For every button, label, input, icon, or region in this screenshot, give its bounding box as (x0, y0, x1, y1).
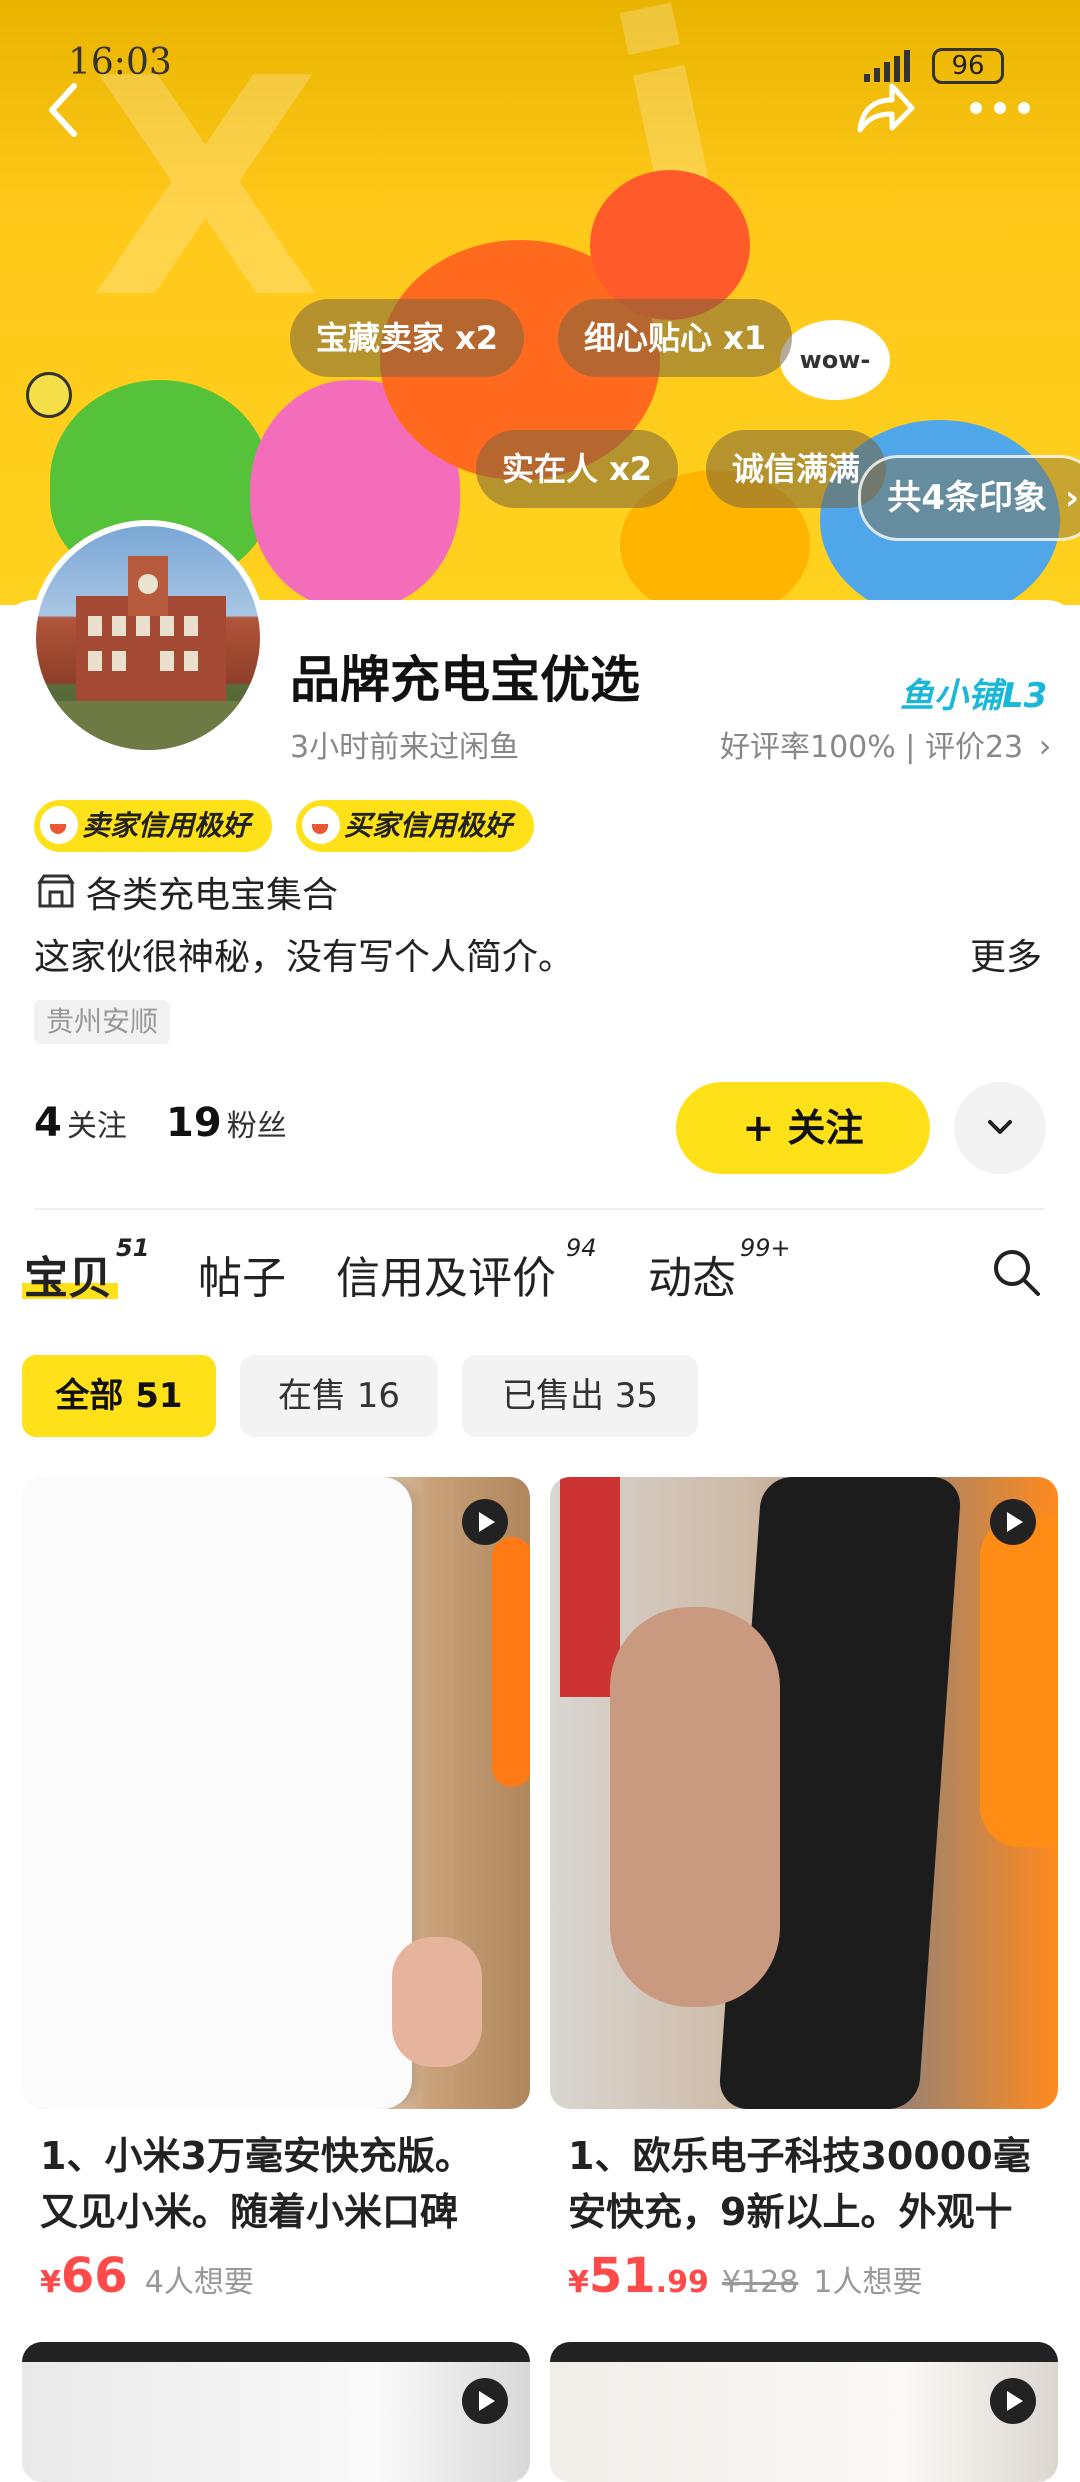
all-impressions-label: 共4条印象 (887, 478, 1047, 518)
shop-category: 各类充电宝集合 (86, 875, 339, 916)
smiley-icon (302, 806, 340, 844)
product-price-row: ¥51.99 ¥128 1人想要 (568, 2248, 922, 2304)
following-count: 4 (34, 1100, 62, 1146)
chevron-right-icon: › (1038, 727, 1052, 765)
tab-activity-label: 动态 (648, 1253, 736, 1304)
price-integer: 66 (60, 2248, 128, 2304)
product-title-line2: 又见小米。随着小米口碑 (40, 2190, 459, 2234)
tab-activity[interactable]: 动态 99+ (648, 1234, 791, 1306)
want-count: 1人想要 (813, 2265, 923, 2300)
impression-tag[interactable]: 宝藏卖家 x2 (290, 299, 525, 377)
seller-credit-label: 卖家信用极好 (82, 809, 251, 842)
original-price: ¥128 (721, 2265, 799, 2300)
impression-tag[interactable]: 实在人 x2 (476, 430, 679, 508)
product-image[interactable] (550, 1477, 1058, 2109)
finger-photo (392, 1937, 482, 2067)
price-symbol: ¥ (568, 2265, 589, 2300)
chevron-down-icon (988, 1120, 1012, 1134)
video-play-icon (990, 1499, 1036, 1545)
video-play-icon (462, 1499, 508, 1545)
product-title-line1: 1、欧乐电子科技30000毫 (568, 2134, 1031, 2178)
red-box-photo (560, 1477, 620, 1697)
tab-credit-reviews-count: 94 (566, 1234, 597, 1262)
expand-button[interactable] (954, 1082, 1046, 1174)
chevron-right-icon: › (1064, 478, 1079, 518)
orange-ears-illustration (590, 170, 750, 320)
tab-items[interactable]: 宝贝 51 (24, 1234, 149, 1306)
power-bank-photo (22, 1477, 412, 2109)
seller-credit-badge: 卖家信用极好 (34, 800, 273, 852)
signal-icon (860, 48, 920, 82)
product-title-line1: 1、小米3万毫安快充版。 (40, 2134, 473, 2178)
filter-on-sale[interactable]: 在售 16 (240, 1355, 438, 1437)
price-decimal: .99 (655, 2265, 709, 2300)
following-label: 关注 (66, 1109, 127, 1144)
want-count: 4人想要 (144, 2265, 254, 2300)
location-tag: 贵州安顺 (34, 1000, 171, 1044)
more-icon[interactable] (968, 96, 1032, 120)
product-title[interactable]: 1、欧乐电子科技30000毫 安快充，9新以上。外观十 (568, 2128, 1058, 2240)
product-title-line2: 安快充，9新以上。外观十 (568, 2190, 1013, 2234)
product-image[interactable] (550, 2342, 1058, 2482)
avatar[interactable] (30, 520, 266, 756)
tab-items-label: 宝贝 (24, 1253, 112, 1304)
shop-name: 品牌充电宝优选 (290, 651, 640, 709)
followers-label: 粉丝 (226, 1109, 287, 1144)
impression-tag[interactable]: 细心贴心 x1 (558, 299, 793, 377)
tab-posts-label: 帖子 (198, 1253, 286, 1304)
price-integer: 51 (588, 2248, 656, 2304)
follow-button[interactable]: + 关注 (676, 1082, 930, 1174)
wow-bubble-illustration: wow- (780, 320, 890, 400)
buyer-credit-badge: 买家信用极好 (296, 800, 535, 852)
filter-all[interactable]: 全部 51 (22, 1355, 216, 1437)
search-icon[interactable] (990, 1246, 1042, 1298)
bio-text: 这家伙很神秘，没有写个人简介。 (34, 937, 575, 978)
orange-object-photo (980, 1517, 1058, 1847)
status-time: 16:03 (68, 42, 172, 83)
hand-photo (610, 1607, 780, 2007)
product-price-row: ¥66 4人想要 (40, 2248, 254, 2304)
followers-count: 19 (166, 1100, 222, 1146)
video-play-icon (990, 2378, 1036, 2424)
filter-sold[interactable]: 已售出 35 (462, 1355, 698, 1437)
orange-object-photo (492, 1537, 530, 1787)
product-photo-edge (550, 2342, 1058, 2362)
video-play-icon (462, 2378, 508, 2424)
back-icon[interactable] (40, 80, 90, 140)
tab-items-count: 51 (116, 1234, 150, 1262)
all-impressions-button[interactable]: 共4条印象 › (858, 455, 1080, 541)
buyer-credit-label: 买家信用极好 (344, 809, 513, 842)
tab-activity-count: 99+ (740, 1234, 791, 1262)
shop-icon (36, 872, 76, 912)
rating-summary-text: 好评率100% | 评价23 (720, 730, 1024, 765)
battery-icon: 96 (932, 48, 1004, 84)
lightbulb-illustration (26, 372, 72, 418)
following-stat[interactable]: 4 关注 (34, 1100, 127, 1146)
banner-decoration: X (90, 15, 322, 364)
product-photo-edge (22, 2342, 530, 2362)
rating-summary[interactable]: 好评率100% | 评价23 › (720, 722, 1051, 766)
share-icon[interactable] (852, 78, 916, 138)
tab-posts[interactable]: 帖子 (198, 1242, 286, 1306)
last-seen: 3小时前来过闲鱼 (290, 730, 520, 765)
tab-credit-reviews-label: 信用及评价 (336, 1253, 556, 1304)
product-image[interactable] (22, 1477, 530, 2109)
price-symbol: ¥ (40, 2265, 61, 2300)
product-image[interactable] (22, 2342, 530, 2482)
bio-more-link[interactable]: 更多 (970, 928, 1042, 980)
shop-level-badge[interactable]: 鱼小铺L3 (900, 668, 1047, 717)
divider (34, 1208, 1044, 1210)
followers-stat[interactable]: 19 粉丝 (166, 1100, 287, 1146)
product-title[interactable]: 1、小米3万毫安快充版。 又见小米。随着小米口碑 (40, 2128, 520, 2240)
tab-credit-reviews[interactable]: 信用及评价 94 (336, 1234, 597, 1306)
smiley-icon (40, 806, 78, 844)
